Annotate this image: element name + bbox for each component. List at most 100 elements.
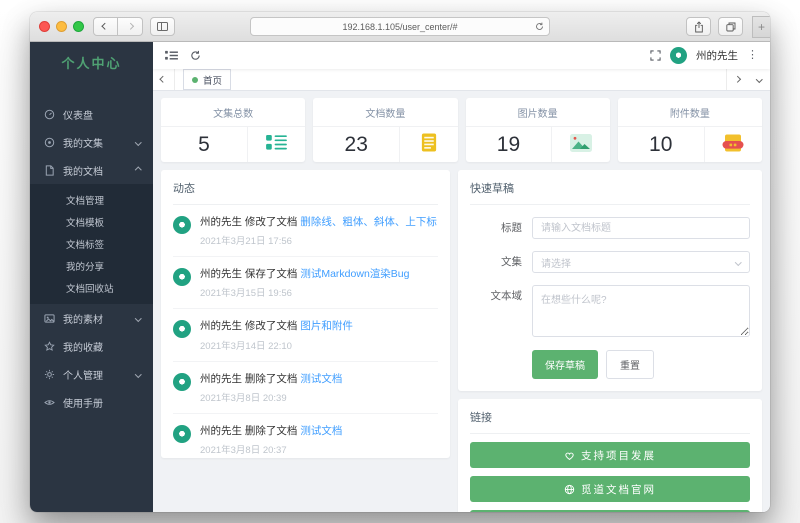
draft-title-input[interactable] [532, 217, 750, 239]
tags-scroll-left[interactable] [153, 69, 175, 90]
url-text: 192.168.1.105/user_center/# [342, 21, 458, 32]
stat-value: 19 [466, 127, 553, 162]
address-bar[interactable]: 192.168.1.105/user_center/# [250, 17, 550, 36]
activity-user: 州的先生 [200, 424, 242, 437]
chevron-down-icon [734, 258, 741, 266]
tab-overview-button[interactable] [718, 17, 743, 36]
close-button[interactable] [39, 21, 50, 32]
quick-draft-title: 快速草稿 [470, 180, 750, 205]
stat-card-images: 图片数量 19 [465, 98, 610, 162]
reset-button[interactable]: 重置 [606, 350, 654, 379]
sidebar-item-profile[interactable]: 个人管理 [30, 360, 153, 388]
link-button-label: 支持项目发展 [581, 449, 656, 462]
activity-action: 删除了文档 [244, 424, 298, 437]
manual-icon [43, 396, 55, 408]
draft-collection-label: 文集 [501, 256, 522, 268]
sidebar-subitem-doc-manage[interactable]: 文档管理 [30, 189, 153, 211]
activity-panel: 动态 州的先生 修改了文档 删除线、粗体、斜体、上下标 2021年3月21日 1… [161, 170, 450, 458]
reload-icon[interactable] [535, 22, 544, 31]
activity-avatar [173, 216, 191, 234]
dashboard-icon [43, 108, 55, 120]
save-draft-button[interactable]: 保存草稿 [532, 350, 598, 379]
sidebar-item-label: 仪表盘 [63, 110, 93, 122]
chevron-down-icon [134, 370, 141, 378]
sidebar-submenu-documents: 文档管理 文档模板 文档标签 我的分享 文档回收站 [30, 184, 153, 304]
tags-menu-dropdown[interactable] [748, 69, 770, 90]
forward-button[interactable] [118, 17, 143, 36]
collection-list-icon [266, 134, 287, 156]
activity-action: 保存了文档 [244, 268, 298, 281]
browser-toolbar: 192.168.1.105/user_center/# + [30, 12, 770, 42]
links-panel: 链接 支持项目发展 觅道文档官网 使用手册 [458, 399, 762, 512]
dashboard-content: 文集总数 5 文档数量 23 图片数量 19 附件数量 10 动态 州的先生 修… [153, 91, 770, 512]
share-button[interactable] [686, 17, 711, 36]
stat-card-collections: 文集总数 5 [161, 98, 306, 162]
tabs-icon [725, 22, 735, 31]
sidebar-item-assets[interactable]: 我的素材 [30, 304, 153, 332]
tab-home[interactable]: 首页 [183, 69, 232, 90]
sidebar-item-label: 使用手册 [63, 398, 103, 410]
refresh-icon[interactable] [190, 50, 201, 61]
minimize-button[interactable] [56, 21, 67, 32]
stat-value: 23 [313, 127, 401, 162]
more-menu-icon[interactable]: ⋮ [747, 50, 758, 61]
activity-date: 2021年3月8日 20:37 [200, 445, 287, 457]
profile-gear-icon [43, 368, 55, 380]
new-tab-button[interactable]: + [752, 15, 770, 38]
username[interactable]: 州的先生 [696, 48, 738, 63]
activity-avatar [173, 424, 191, 443]
activity-user: 州的先生 [200, 216, 242, 228]
activity-doc-link[interactable]: 测试文档 [300, 373, 342, 385]
select-placeholder: 请选择 [541, 258, 571, 270]
sidebar-title: 个人中心 [61, 55, 122, 71]
menu-fold-icon[interactable] [165, 50, 178, 61]
main-area: 州的先生 ⋮ 首页 文集总数 5 文档数量 23 图片数量 19 附件数量 10… [153, 42, 770, 512]
sidebar-item-collections[interactable]: 我的文集 [30, 128, 153, 156]
attachment-icon [722, 134, 744, 157]
fullscreen-icon[interactable] [650, 50, 661, 61]
sidebar-subitem-my-shares[interactable]: 我的分享 [30, 255, 153, 277]
sidebar: 个人中心 仪表盘 我的文集 我的文档 文档管理 文档模板 文档标签 我的分享 文… [30, 42, 153, 512]
user-avatar[interactable] [670, 47, 687, 64]
tags-scroll-right[interactable] [726, 69, 748, 90]
manual-link-button[interactable]: 使用手册 [470, 510, 750, 512]
activity-user: 州的先生 [200, 372, 242, 385]
activity-doc-link[interactable]: 删除线、粗体、斜体、上下标 [300, 216, 437, 228]
stat-title: 文集总数 [161, 98, 306, 127]
draft-collection-select[interactable]: 请选择 [532, 251, 750, 273]
collections-icon [43, 136, 55, 148]
activity-avatar [173, 268, 191, 287]
activity-doc-link[interactable]: 测试Markdown渲染Bug [300, 268, 409, 280]
sidebar-subitem-doc-template[interactable]: 文档模板 [30, 211, 153, 233]
activity-item: 州的先生 修改了文档 图片和附件 2021年3月14日 22:10 [173, 309, 438, 362]
draft-textarea-label: 文本域 [490, 290, 523, 302]
sidebar-item-manual[interactable]: 使用手册 [30, 388, 153, 416]
sidebar-item-documents[interactable]: 我的文档 [30, 156, 153, 184]
activity-doc-link[interactable]: 测试文档 [300, 425, 342, 437]
active-tab-dot [192, 76, 198, 83]
sidebar-subitem-label: 文档回收站 [66, 284, 114, 295]
sidebar-subitem-label: 文档标签 [66, 240, 105, 251]
app-header: 州的先生 ⋮ [153, 42, 770, 69]
stat-title: 附件数量 [617, 98, 762, 127]
sidebar-item-dashboard[interactable]: 仪表盘 [30, 100, 153, 128]
chevron-up-icon [134, 166, 141, 174]
activity-avatar [173, 372, 191, 391]
share-icon [694, 20, 703, 32]
support-project-button[interactable]: 支持项目发展 [470, 442, 750, 468]
sidebar-item-favorites[interactable]: 我的收藏 [30, 332, 153, 360]
official-site-button[interactable]: 觅道文档官网 [470, 476, 750, 502]
sidebar-subitem-doc-tags[interactable]: 文档标签 [30, 233, 153, 255]
activity-date: 2021年3月21日 17:56 [200, 236, 292, 248]
activity-doc-link[interactable]: 图片和附件 [300, 320, 353, 332]
image-icon [570, 133, 593, 157]
assets-icon [43, 312, 55, 324]
sidebar-toggle-button[interactable] [150, 17, 175, 36]
sidebar-subitem-label: 我的分享 [66, 262, 105, 273]
sidebar-item-label: 我的文集 [63, 138, 103, 150]
draft-textarea[interactable] [532, 285, 750, 337]
sidebar-subitem-doc-recycle[interactable]: 文档回收站 [30, 277, 153, 299]
back-button[interactable] [93, 17, 118, 36]
zoom-button[interactable] [73, 21, 84, 32]
sidebar-item-label: 我的收藏 [63, 342, 103, 354]
